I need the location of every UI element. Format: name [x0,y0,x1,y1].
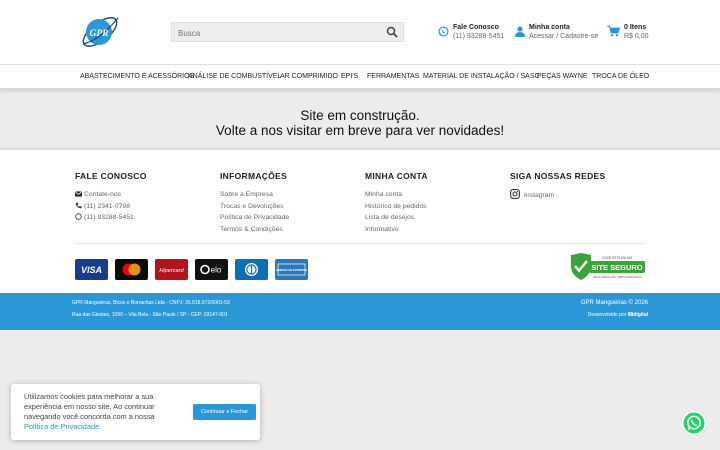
svg-text:elo: elo [211,266,222,275]
message-line-1: Site em construção. [300,108,420,123]
footer-whatsapp[interactable]: (11) 93288-5451 [75,212,147,224]
svg-text:AMERICAN EXPRESS: AMERICAN EXPRESS [276,268,307,272]
cookie-banner: Utilizamos cookies para melhorar a sua e… [11,384,260,440]
envelope-icon [74,191,83,197]
cart-items: 0 Itens [624,24,647,31]
footer-link[interactable]: Termos & Condições [220,224,289,236]
contact-phone: (11) 93288-5451 [453,33,505,40]
footer-title: FALE CONOSCO [75,171,147,181]
footer-link[interactable]: Sobre a Empresa [220,189,289,201]
cart-icon [607,25,620,37]
nav-ferramentas[interactable]: FERRAMENTAS [367,73,419,80]
mastercard-icon [115,259,148,280]
footer-title: INFORMAÇÕES [220,171,288,181]
search-input[interactable] [172,24,372,43]
amex-card-icon: AMERICAN EXPRESS [275,259,308,280]
svg-text:VOCÊ ESTÁ EM UM: VOCÊ ESTÁ EM UM [602,255,632,260]
site-header: GPR Fale Conosco (11) 93288-5451 Minha c… [0,0,720,64]
cookie-accept-button[interactable]: Continuar e Fechar [193,404,256,420]
whatsapp-icon [438,26,449,37]
nav-analise-combustivel[interactable]: ANÁLISE DE COMBUSTÍVEL [188,73,281,80]
gpr-logo[interactable]: GPR [78,10,122,54]
footer-col-info: INFORMAÇÕES Sobre a Empresa Trocas e Dev… [220,171,289,235]
nav-ar-comprimido[interactable]: AR COMPRIMIDO [280,73,338,80]
footer-email-link[interactable]: Contate-nos [74,189,147,201]
account-block[interactable]: Minha conta Acessar / Cadastre-se [515,23,598,41]
footer-link[interactable]: Lista de desejos [365,212,428,224]
whatsapp-float-icon[interactable] [680,409,708,437]
account-title: Minha conta [529,24,570,31]
site-seguro-seal: VOCÊ ESTÁ EM UM SITE SEGURO SEUS DADOS S… [571,253,645,280]
footer-title: SIGA NOSSAS REDES [510,171,606,181]
svg-text:Hipercard: Hipercard [159,268,184,274]
footer-col-conta: MINHA CONTA Minha conta Histórico de ped… [365,171,428,235]
instagram-link[interactable]: Instagram [510,189,605,202]
svg-text:SITE SEGURO: SITE SEGURO [591,263,642,272]
user-icon [515,26,525,37]
search-bar [171,22,404,43]
contact-block[interactable]: Fale Conosco (11) 93288-5451 [438,23,504,41]
copyright: GPR Mangueiras © 2026 [580,300,648,306]
company-address: Rua das Giestas, 1090 – Vila Bela - São … [72,312,228,318]
footer-col-redes: SIGA NOSSAS REDES Instagram [510,171,605,202]
footer-divider [75,243,645,244]
privacy-policy-link[interactable]: Política de Privacidade. [24,422,101,431]
company-info: GPR Mangueiras, Bicos e Borrachas Ltda -… [72,300,230,306]
category-nav: ABASTECIMENTO E ACESSÓRIOS ANÁLISE DE CO… [0,64,720,89]
diners-card-icon [235,259,268,280]
nav-material-instalacao[interactable]: MATERIAL DE INSTALAÇÃO / SASC [423,73,540,80]
nav-abastecimento[interactable]: ABASTECIMENTO E ACESSÓRIOS [80,73,194,80]
footer-link[interactable]: Trocas e Devoluções [220,201,289,213]
footer-title: MINHA CONTA [365,171,428,181]
svg-text:SEUS DADOS SÃO CRIPTOGRAFADOS: SEUS DADOS SÃO CRIPTOGRAFADOS [593,274,641,279]
construction-message: Site em construção. Volte a nos visitar … [0,108,720,138]
footer-link[interactable]: Histórico de pedidos [365,201,428,213]
cart-block[interactable]: 0 Itens R$ 0,00 [607,23,649,41]
contact-title: Fale Conosco [453,24,499,31]
nav-epis[interactable]: EPI'S [341,73,358,80]
logo-text: GPR [90,29,109,39]
message-line-2: Volte a nos visitar em breve para ver no… [215,123,505,138]
footer-link[interactable]: Informativo [365,224,428,236]
cart-total: R$ 0,00 [624,33,649,40]
footer-link[interactable]: Minha conta [365,189,428,201]
bottom-bar: GPR Mangueiras, Bicos e Borrachas Ltda -… [0,293,720,330]
whatsapp-icon [75,213,82,220]
footer-link[interactable]: Política de Privacidade [220,212,289,224]
search-icon[interactable] [386,26,398,38]
site-footer: FALE CONOSCO Contate-nos (11) 2341-0798 … [0,150,720,293]
nav-pecas-wayne[interactable]: PEÇAS WAYNE [537,73,588,80]
account-subtitle: Acessar / Cadastre-se [529,33,599,40]
hipercard-icon: Hipercard [155,259,188,280]
footer-phone[interactable]: (11) 2341-0798 [75,201,147,213]
svg-text:VISA: VISA [81,265,102,275]
instagram-icon [510,189,520,199]
phone-icon [75,202,82,208]
developer-credit[interactable]: Desenvolvido por 88digital [588,312,648,318]
footer-col-fale: FALE CONOSCO Contate-nos (11) 2341-0798 … [74,171,147,224]
visa-card-icon: VISA [75,259,108,280]
nav-troca-oleo[interactable]: TROCA DE ÓLEO [592,73,649,80]
elo-card-icon: elo [195,259,228,280]
cookie-text: Utilizamos cookies para melhorar a sua e… [24,392,155,431]
